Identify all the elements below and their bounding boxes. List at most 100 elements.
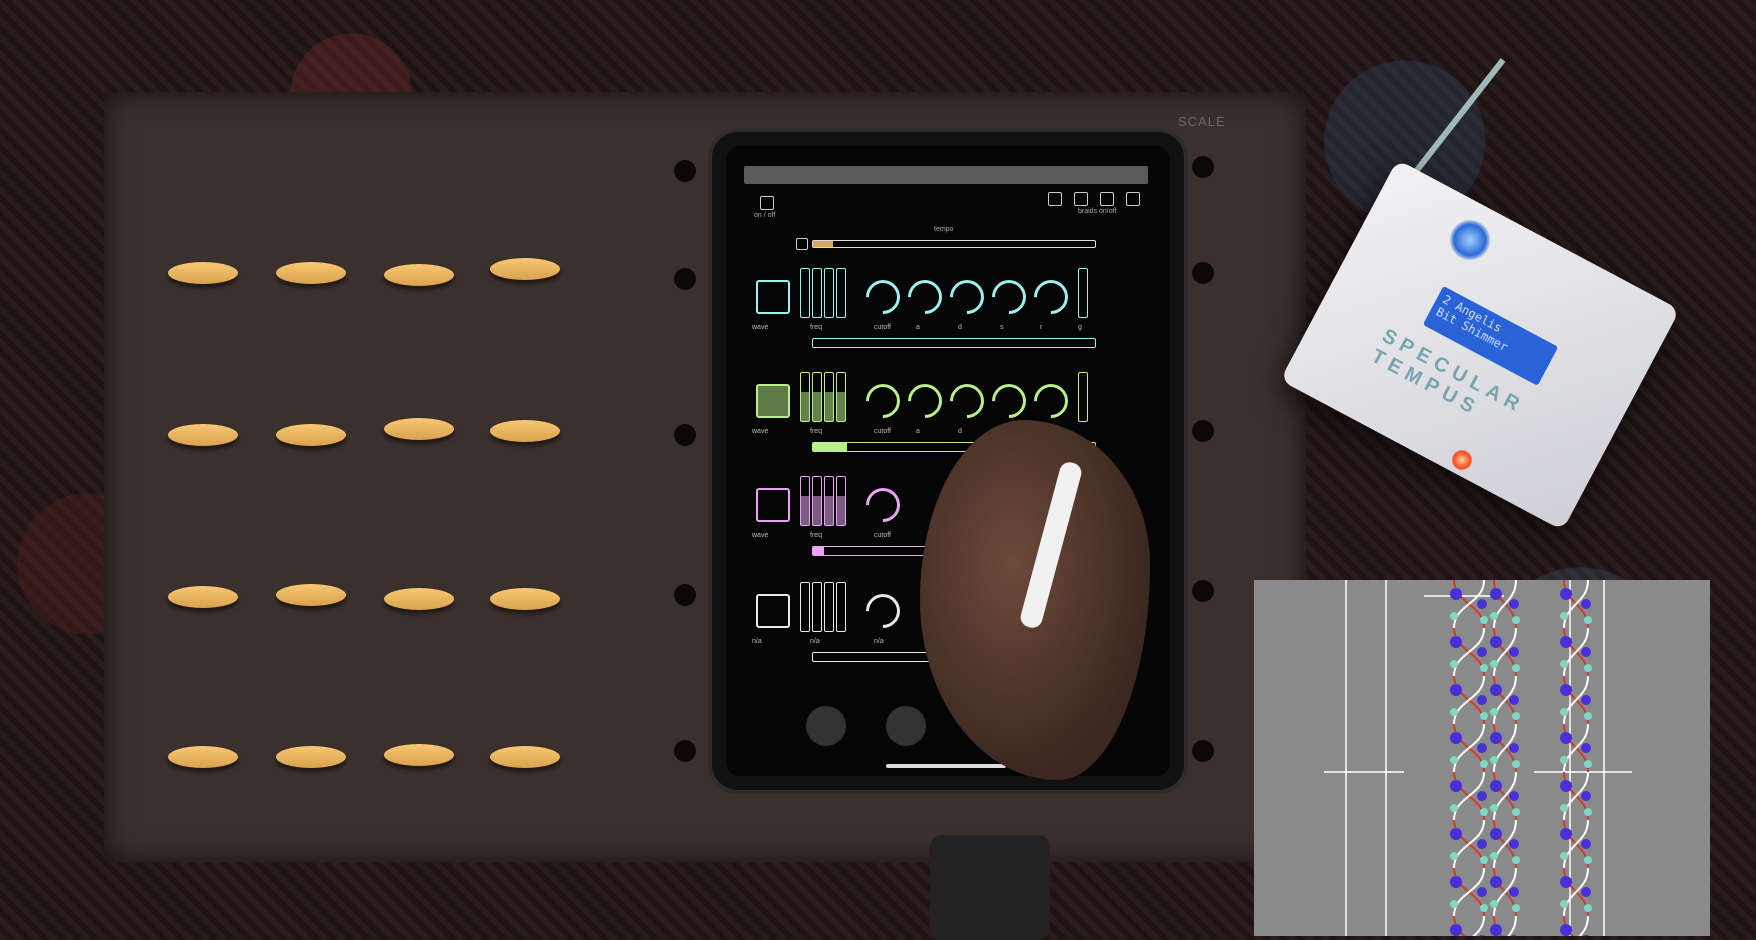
channel-progress[interactable] [812, 338, 1096, 348]
viz-node-cyan [1480, 808, 1488, 816]
channel-label: d [958, 324, 962, 331]
viz-node-cyan [1490, 708, 1498, 716]
freq-fader[interactable] [800, 582, 810, 632]
ring-token[interactable] [490, 746, 560, 768]
viz-node-purple [1477, 791, 1487, 801]
viz-node-cyan [1450, 900, 1458, 908]
ring-token[interactable] [168, 586, 238, 608]
viz-node-cyan [1512, 664, 1520, 672]
tempo-reset-button[interactable] [796, 238, 808, 250]
viz-node-cyan [1450, 612, 1458, 620]
board-hole [1192, 580, 1214, 602]
viz-node-purple [1477, 743, 1487, 753]
freq-fader[interactable] [836, 372, 846, 422]
knob[interactable] [858, 586, 908, 636]
knob[interactable] [1026, 272, 1076, 322]
knob[interactable] [984, 376, 1034, 426]
freq-fader[interactable] [812, 582, 822, 632]
braids-toggle-1[interactable] [1048, 192, 1062, 206]
knob[interactable] [942, 376, 992, 426]
freq-fader[interactable] [836, 476, 846, 526]
freq-fader[interactable] [800, 476, 810, 526]
knob[interactable] [984, 272, 1034, 322]
round-button[interactable] [886, 706, 926, 746]
viz-node-cyan [1490, 900, 1498, 908]
viz-node-purple [1581, 743, 1591, 753]
gain-slider[interactable] [1078, 372, 1088, 422]
channel-label: r [1040, 324, 1043, 331]
viz-node-purple [1450, 588, 1462, 600]
knob[interactable] [1026, 376, 1076, 426]
ring-token[interactable] [276, 262, 346, 284]
wave-pad[interactable] [756, 280, 790, 314]
viz-node-cyan [1584, 616, 1592, 624]
on-off-toggle[interactable] [760, 196, 774, 210]
ring-token[interactable] [276, 424, 346, 446]
viz-node-purple [1509, 599, 1519, 609]
ring-token[interactable] [168, 746, 238, 768]
freq-fader[interactable] [824, 268, 834, 318]
wave-pad[interactable] [756, 384, 790, 418]
knob[interactable] [858, 376, 908, 426]
braids-toggle-2[interactable] [1074, 192, 1088, 206]
viz-node-cyan [1584, 760, 1592, 768]
knob[interactable] [900, 376, 950, 426]
freq-fader[interactable] [824, 476, 834, 526]
freq-fader[interactable] [800, 372, 810, 422]
channel-label: s [1000, 324, 1004, 331]
viz-node-cyan [1480, 664, 1488, 672]
knob[interactable] [858, 272, 908, 322]
freq-fader[interactable] [824, 582, 834, 632]
wave-pad[interactable] [756, 488, 790, 522]
channel-label: cutoff [874, 324, 891, 331]
viz-node-purple [1490, 636, 1502, 648]
ring-token[interactable] [490, 420, 560, 442]
viz-node-cyan [1512, 616, 1520, 624]
knob[interactable] [858, 480, 908, 530]
viz-node-purple [1477, 887, 1487, 897]
freq-fader[interactable] [824, 372, 834, 422]
viz-node-purple [1450, 828, 1462, 840]
viz-node-cyan [1560, 900, 1568, 908]
ring-token[interactable] [384, 418, 454, 440]
ring-token[interactable] [276, 584, 346, 606]
viz-node-purple [1490, 780, 1502, 792]
ring-token[interactable] [276, 746, 346, 768]
wave-pad[interactable] [756, 594, 790, 628]
viz-node-purple [1509, 791, 1519, 801]
viz-node-cyan [1480, 856, 1488, 864]
ring-token[interactable] [168, 262, 238, 284]
ring-token[interactable] [490, 258, 560, 280]
viz-node-purple [1490, 876, 1502, 888]
viz-node-cyan [1512, 712, 1520, 720]
braids-toggle-4[interactable] [1126, 192, 1140, 206]
freq-fader[interactable] [812, 476, 822, 526]
viz-node-cyan [1560, 612, 1568, 620]
ring-token[interactable] [384, 744, 454, 766]
tempo-label: tempo [934, 226, 954, 233]
knob[interactable] [942, 272, 992, 322]
channel-label: n/a [752, 638, 762, 645]
viz-node-cyan [1560, 852, 1568, 860]
channel-label: a [916, 324, 920, 331]
board-hole [674, 740, 696, 762]
viz-node-cyan [1490, 660, 1498, 668]
channel-label: wave [752, 324, 769, 331]
tempo-slider[interactable] [812, 240, 1096, 248]
braids-toggle-3[interactable] [1100, 192, 1114, 206]
ring-token[interactable] [384, 588, 454, 610]
ring-token[interactable] [384, 264, 454, 286]
gain-slider[interactable] [1078, 268, 1088, 318]
knob[interactable] [900, 272, 950, 322]
freq-fader[interactable] [812, 372, 822, 422]
viz-node-cyan [1490, 756, 1498, 764]
freq-fader[interactable] [812, 268, 822, 318]
ring-token[interactable] [490, 588, 560, 610]
viz-node-purple [1477, 647, 1487, 657]
ring-token[interactable] [168, 424, 238, 446]
freq-fader[interactable] [800, 268, 810, 318]
freq-fader[interactable] [836, 582, 846, 632]
viz-node-purple [1490, 588, 1502, 600]
round-button[interactable] [806, 706, 846, 746]
freq-fader[interactable] [836, 268, 846, 318]
